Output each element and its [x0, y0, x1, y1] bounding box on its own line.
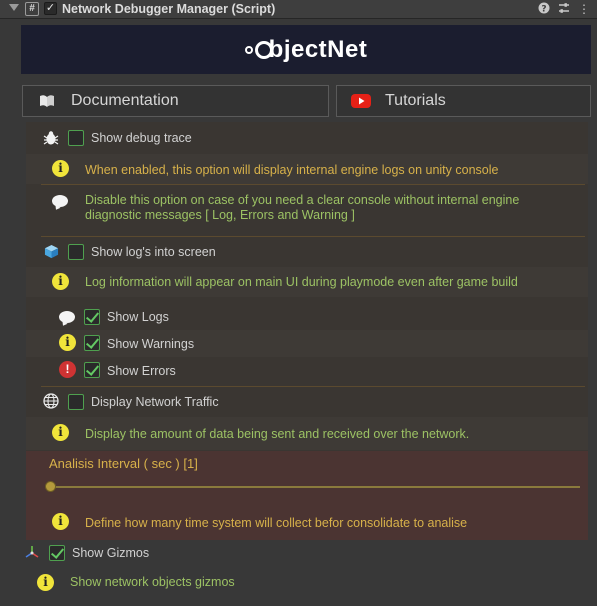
traffic-info-text: Display the amount of data being sent an…	[85, 427, 470, 441]
traffic-checkbox[interactable]	[68, 394, 84, 410]
show-logs-checkbox[interactable]	[84, 309, 100, 325]
traffic-info-row: i Display the amount of data being sent …	[26, 417, 588, 450]
documentation-button[interactable]: Documentation	[22, 85, 329, 117]
error-icon: !	[59, 361, 76, 378]
analysis-interval-slider-track[interactable]	[50, 486, 580, 488]
foldout-arrow-icon[interactable]	[9, 4, 19, 11]
debug-trace-checkbox[interactable]	[68, 130, 84, 146]
analysis-interval-label: Analisis Interval ( sec ) [1]	[49, 456, 198, 471]
info-icon: i	[52, 513, 69, 530]
logo-dot-icon	[244, 45, 253, 54]
gizmo-axis-icon	[25, 545, 39, 562]
document-icon	[37, 91, 57, 111]
debug-trace-info-row: i When enabled, this option will display…	[26, 154, 588, 184]
youtube-icon	[351, 91, 371, 111]
gizmos-section: Show Gizmos i Show network objects gizmo…	[21, 540, 591, 606]
show-logs-label: Show Logs	[107, 310, 169, 324]
tutorials-button[interactable]: Tutorials	[336, 85, 591, 117]
cube-icon	[44, 244, 59, 262]
info-icon: i	[52, 424, 69, 441]
more-icon[interactable]: ⋮	[577, 2, 591, 16]
component-title: Network Debugger Manager (Script)	[62, 2, 276, 16]
logs-screen-info-row: i Log information will appear on main UI…	[26, 267, 588, 297]
speech-bubble-icon	[59, 311, 75, 323]
debug-trace-note-line2: diagnostic messages [ Log, Errors and Wa…	[85, 208, 355, 222]
warning-icon: i	[59, 334, 76, 351]
logs-screen-row: Show log's into screen	[26, 237, 588, 267]
debug-trace-row: Show debug trace	[26, 122, 588, 154]
show-errors-label: Show Errors	[107, 364, 176, 378]
gizmos-label: Show Gizmos	[72, 546, 150, 560]
presets-icon[interactable]	[557, 2, 571, 16]
show-logs-row: Show Logs	[26, 304, 588, 330]
analysis-interval-info-text: Define how many time system will collect…	[85, 516, 468, 530]
component-enabled-checkbox[interactable]: ✓	[44, 2, 57, 15]
debug-trace-note-line1: Disable this option on case of you need …	[85, 193, 520, 207]
logo-text: bjectNet	[268, 35, 368, 63]
tutorials-label: Tutorials	[385, 92, 446, 109]
bug-icon	[43, 130, 59, 149]
info-icon: i	[52, 273, 69, 290]
script-icon: #	[25, 2, 39, 16]
gizmos-info-text: Show network objects gizmos	[70, 575, 235, 589]
show-errors-row: ! Show Errors	[26, 357, 588, 383]
documentation-label: Documentation	[71, 92, 179, 109]
logs-screen-label: Show log's into screen	[91, 245, 216, 259]
help-icon[interactable]: ?	[537, 2, 551, 16]
debug-trace-note-row: Disable this option on case of you need …	[26, 185, 588, 236]
logs-screen-checkbox[interactable]	[68, 244, 84, 260]
debug-trace-label: Show debug trace	[91, 131, 192, 145]
debug-trace-info-text: When enabled, this option will display i…	[85, 163, 499, 177]
info-icon: i	[52, 160, 69, 177]
info-icon: i	[37, 574, 54, 591]
show-warnings-checkbox[interactable]	[84, 335, 100, 351]
show-errors-checkbox[interactable]	[84, 362, 100, 378]
speech-bubble-icon	[52, 195, 68, 207]
traffic-label: Display Network Traffic	[91, 395, 219, 409]
gizmos-checkbox[interactable]	[49, 545, 65, 561]
logs-screen-info-text: Log information will appear on main UI d…	[85, 275, 518, 289]
objectnet-logo: bjectNet	[21, 25, 591, 74]
show-warnings-label: Show Warnings	[107, 337, 195, 351]
analysis-interval-block: Analisis Interval ( sec ) [1] i Define h…	[26, 451, 588, 541]
svg-text:?: ?	[541, 4, 546, 14]
logo-ring-icon	[254, 40, 273, 59]
globe-icon	[43, 393, 59, 412]
analysis-interval-slider-handle[interactable]	[45, 481, 56, 492]
traffic-row: Display Network Traffic	[26, 387, 588, 417]
show-warnings-row: i Show Warnings	[26, 330, 588, 357]
